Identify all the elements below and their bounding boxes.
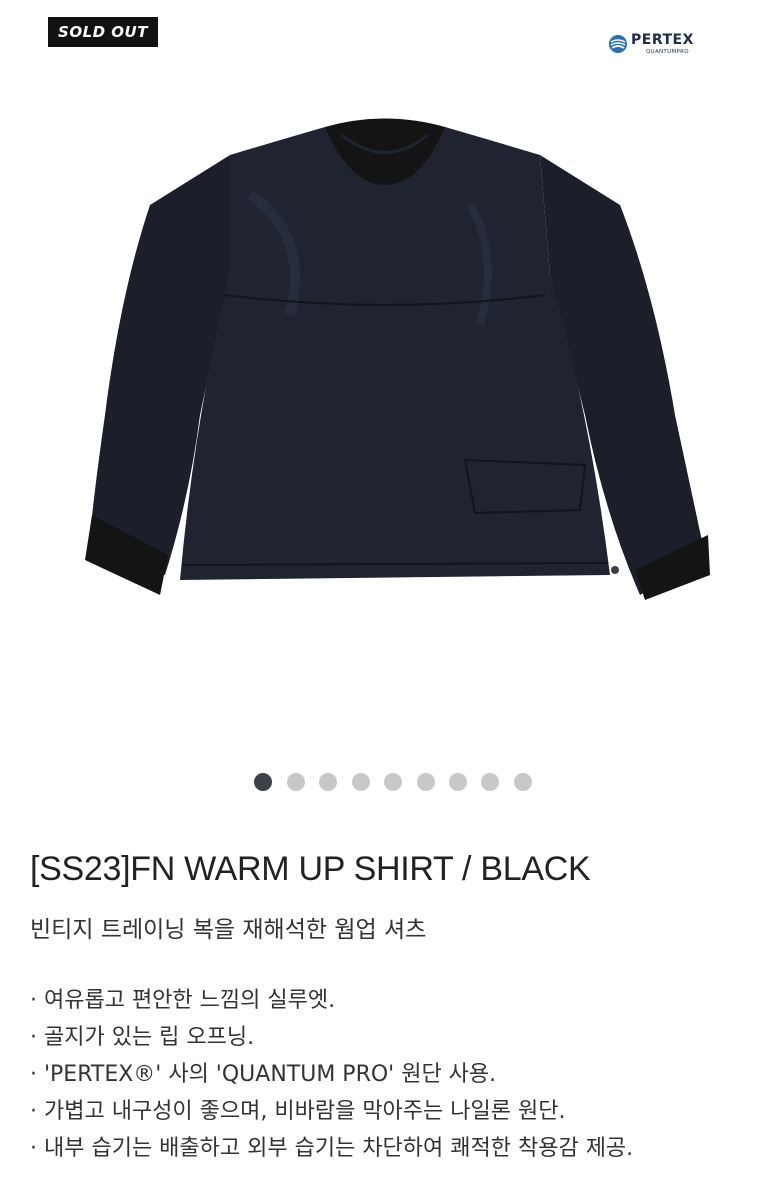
carousel-dot-6[interactable] bbox=[417, 773, 435, 791]
carousel-dot-8[interactable] bbox=[481, 773, 499, 791]
feature-item: · 'PERTEX®' 사의 'QUANTUM PRO' 원단 사용. bbox=[30, 1062, 497, 1087]
carousel-dot-3[interactable] bbox=[319, 773, 337, 791]
brand-name: PERTEX bbox=[631, 32, 694, 48]
feature-list: · 여유롭고 편안한 느낌의 실루엣. · 골지가 있는 립 오프닝. · 'P… bbox=[30, 982, 730, 1167]
brand-logo: PERTEX QUANTUMPRO bbox=[608, 30, 743, 58]
feature-item: · 여유롭고 편안한 느낌의 실루엣. bbox=[30, 988, 336, 1013]
product-image-area[interactable]: SOLD OUT PERTEX QUANTUMPRO bbox=[0, 0, 783, 760]
carousel-indicators bbox=[0, 773, 783, 793]
feature-item: · 내부 습기는 배출하고 외부 습기는 차단하여 쾌적한 착용감 제공. bbox=[30, 1136, 634, 1161]
carousel-dot-1[interactable] bbox=[254, 773, 272, 791]
carousel-dot-7[interactable] bbox=[449, 773, 467, 791]
carousel-dot-2[interactable] bbox=[287, 773, 305, 791]
pertex-logo-icon bbox=[609, 35, 627, 53]
product-title: [SS23]FN WARM UP SHIRT / BLACK bbox=[30, 850, 591, 888]
carousel-dot-4[interactable] bbox=[352, 773, 370, 791]
feature-item: · 골지가 있는 립 오프닝. bbox=[30, 1025, 255, 1050]
product-subtitle: 빈티지 트레이닝 복을 재해석한 웜업 셔츠 bbox=[30, 917, 427, 943]
carousel-dot-5[interactable] bbox=[384, 773, 402, 791]
carousel-dot-9[interactable] bbox=[514, 773, 532, 791]
black-warm-up-shirt-image bbox=[85, 118, 710, 600]
brand-subtitle: QUANTUMPRO bbox=[646, 49, 689, 55]
sold-out-badge: SOLD OUT bbox=[48, 17, 158, 47]
feature-item: · 가볍고 내구성이 좋으며, 비바람을 막아주는 나일론 원단. bbox=[30, 1099, 566, 1124]
